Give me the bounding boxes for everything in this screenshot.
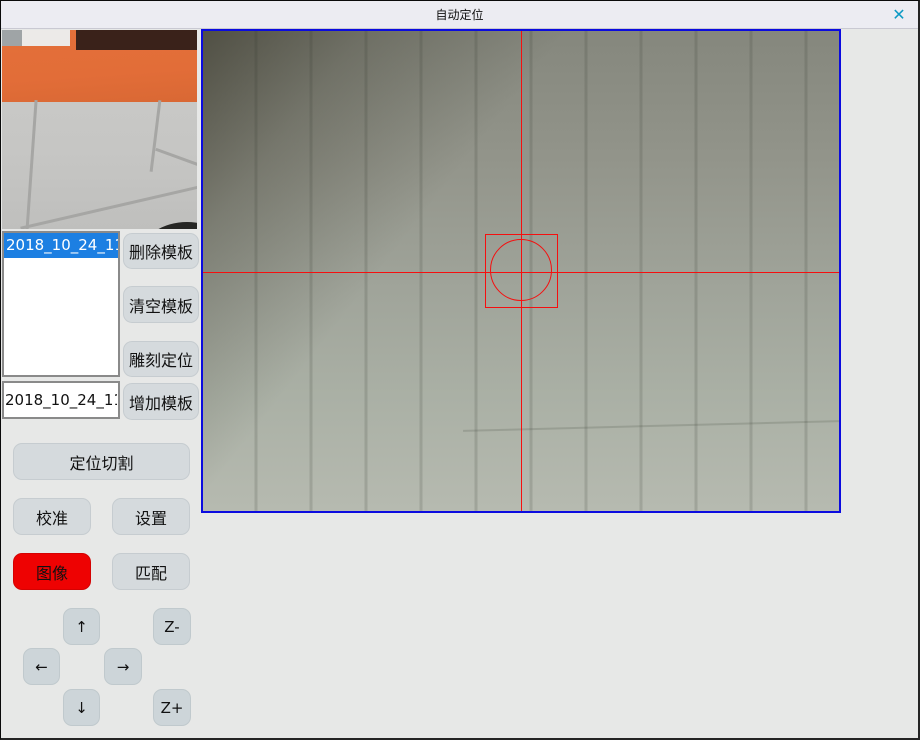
thumbnail-dark-object — [142, 222, 197, 229]
title-bar: 自动定位 ✕ — [1, 1, 918, 29]
jog-left-button[interactable]: ← — [23, 648, 60, 685]
thumbnail-grout-line — [150, 100, 162, 172]
match-button[interactable]: 匹配 — [112, 553, 190, 590]
template-thumbnail-preview — [2, 30, 197, 229]
template-list[interactable]: 2018_10_24_11 — [2, 231, 120, 377]
jog-down-button[interactable]: ↓ — [63, 689, 100, 726]
target-circle-overlay — [490, 239, 552, 301]
auto-position-dialog: 自动定位 ✕ 2018_10_24_11 删除模板 清空模板 雕刻定位 增加模板… — [0, 0, 920, 740]
jog-z-minus-button[interactable]: Z- — [153, 608, 191, 645]
add-template-button[interactable]: 增加模板 — [123, 383, 199, 420]
template-name-input[interactable] — [2, 381, 120, 419]
template-list-item-selected[interactable]: 2018_10_24_11 — [4, 233, 118, 258]
delete-template-button[interactable]: 删除模板 — [123, 233, 199, 269]
engrave-position-button[interactable]: 雕刻定位 — [123, 341, 199, 377]
jog-right-button[interactable]: → — [104, 648, 142, 685]
jog-up-button[interactable]: ↑ — [63, 608, 100, 645]
settings-button[interactable]: 设置 — [112, 498, 190, 535]
camera-live-view[interactable] — [201, 29, 841, 513]
thumbnail-grout-line — [155, 148, 197, 171]
clear-templates-button[interactable]: 清空模板 — [123, 286, 199, 323]
thumbnail-grout-line — [20, 181, 197, 229]
thumbnail-grout-line — [25, 100, 37, 229]
camera-tile-seam — [463, 420, 839, 432]
calibrate-button[interactable]: 校准 — [13, 498, 91, 535]
jog-z-plus-button[interactable]: Z+ — [153, 689, 191, 726]
position-cut-button[interactable]: 定位切割 — [13, 443, 190, 480]
close-icon[interactable]: ✕ — [888, 4, 910, 26]
dialog-title: 自动定位 — [1, 1, 918, 29]
image-button-active[interactable]: 图像 — [13, 553, 91, 590]
